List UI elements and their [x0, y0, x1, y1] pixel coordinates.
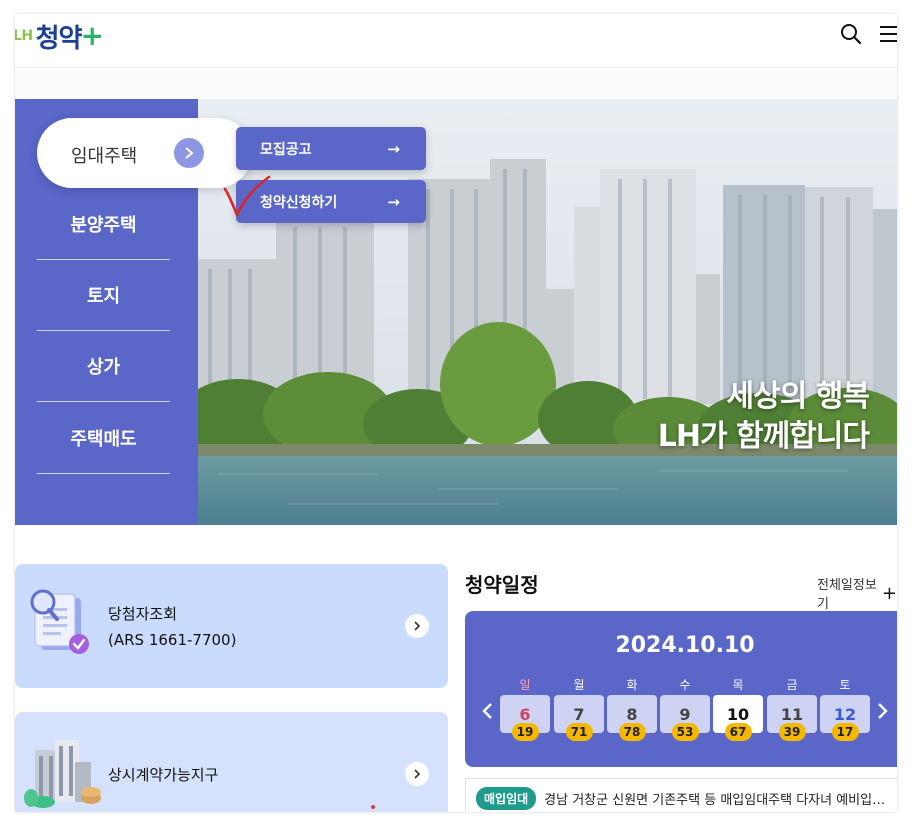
- hero-top-spacer: [15, 68, 897, 99]
- nav-item-commercial[interactable]: 상가: [37, 331, 170, 402]
- apartment-building-icon: [24, 740, 101, 808]
- schedule-title: 청약일정: [465, 573, 539, 597]
- nav-item-house-sell[interactable]: 주택매도: [37, 403, 170, 474]
- submenu-recruitment-notice-button[interactable]: 모집공고 →: [236, 127, 426, 170]
- site-header: LH 청약 +: [15, 14, 897, 68]
- hero-slogan-line-2: LH가 함께합니다: [657, 419, 870, 454]
- day-count-badge: 71: [565, 723, 593, 741]
- logo-main-text: 청약: [35, 23, 83, 54]
- schedule-notice-item[interactable]: 매입임대 경남 거창군 신원면 기존주택 등 매입임대주택 다자녀 예비입주…: [465, 778, 897, 812]
- view-all-label: 전체일정보기: [817, 578, 877, 612]
- calendar-day-tue[interactable]: 화 8 78: [607, 675, 657, 741]
- red-dot-annotation: [371, 805, 375, 809]
- page-frame: LH 청약 + 임대주택 분양주택 토지 상가 주택매도 모집공고 → 청약신청…: [15, 14, 897, 812]
- chevron-right-icon[interactable]: [405, 762, 429, 786]
- day-name: 목: [732, 678, 744, 692]
- day-count-badge: 67: [724, 723, 752, 741]
- nav-item-land[interactable]: 토지: [37, 260, 170, 331]
- chevron-left-icon[interactable]: [481, 701, 493, 726]
- contract-available-district-card[interactable]: 상시계약가능지구: [15, 712, 448, 812]
- calendar-day-sat[interactable]: 토 12 17: [820, 675, 870, 741]
- nav-item-label: 임대주택: [71, 146, 138, 167]
- day-name: 수: [679, 678, 691, 692]
- chevron-right-icon[interactable]: [877, 701, 889, 726]
- nav-item-sale-housing[interactable]: 분양주택: [37, 189, 170, 260]
- card-title: 상시계약가능지구: [108, 766, 219, 784]
- day-count-badge: 78: [618, 723, 646, 741]
- day-name: 월: [573, 678, 585, 692]
- day-count-badge: 19: [511, 723, 539, 741]
- hero-slogan-line-1: 세상의 행복: [726, 379, 870, 414]
- day-count-badge: 17: [831, 723, 859, 741]
- day-count-badge: 53: [671, 723, 699, 741]
- arrow-right-icon: →: [387, 192, 400, 211]
- hamburger-menu-icon[interactable]: [878, 24, 897, 44]
- winner-lookup-card[interactable]: 당첨자조회 (ARS 1661-7700): [15, 564, 448, 688]
- chevron-right-icon[interactable]: [405, 614, 429, 638]
- day-count-badge: 39: [778, 723, 806, 741]
- calendar-day-fri[interactable]: 금 11 39: [767, 675, 817, 741]
- calendar-day-sun[interactable]: 일 6 19: [500, 675, 550, 741]
- day-name: 일: [519, 678, 531, 692]
- notice-category-badge: 매입임대: [476, 786, 537, 810]
- schedule-calendar: 2024.10.10 일 6 19 월 7 71 화 8 78 수 9 53 목: [465, 611, 897, 767]
- day-name: 금: [786, 678, 798, 692]
- card-title: 당첨자조회: [108, 605, 178, 623]
- arrow-right-icon: →: [387, 139, 400, 158]
- view-all-schedule-link[interactable]: 전체일정보기 +: [817, 574, 897, 612]
- nav-item-rental-housing[interactable]: 임대주택: [37, 118, 252, 188]
- day-name: 화: [626, 678, 638, 692]
- day-name: 토: [839, 678, 851, 692]
- logo-plus-text: +: [80, 19, 104, 52]
- lh-logo[interactable]: LH 청약 +: [15, 18, 104, 54]
- red-checkmark-annotation: [223, 175, 271, 217]
- submenu-label: 모집공고: [260, 141, 312, 158]
- notice-title: 경남 거창군 신원면 기존주택 등 매입임대주택 다자녀 예비입주…: [544, 792, 897, 808]
- logo-lh-text: LH: [15, 28, 33, 44]
- calendar-current-date: 2024.10.10: [615, 633, 755, 658]
- card-subtitle: (ARS 1661-7700): [108, 631, 237, 649]
- calendar-day-thu-today[interactable]: 목 10 67: [713, 675, 763, 741]
- hero-banner: 임대주택 분양주택 토지 상가 주택매도 모집공고 → 청약신청하기 → 세상의…: [15, 99, 897, 525]
- calendar-day-wed[interactable]: 수 9 53: [660, 675, 710, 741]
- search-icon[interactable]: [839, 22, 863, 46]
- calendar-day-mon[interactable]: 월 7 71: [554, 675, 604, 741]
- document-search-icon: [30, 589, 89, 654]
- chevron-right-icon: [174, 138, 204, 168]
- plus-icon: +: [881, 582, 897, 604]
